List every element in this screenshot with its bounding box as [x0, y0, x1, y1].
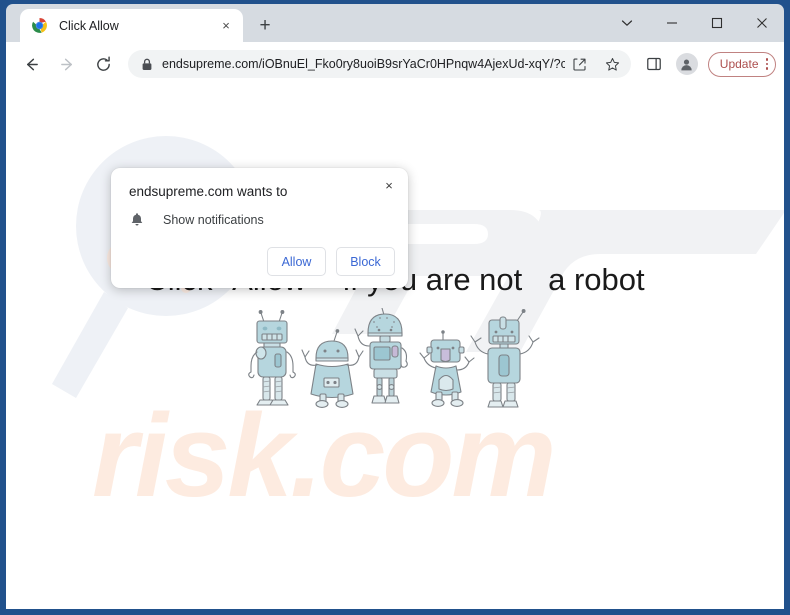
tab-strip: Click Allow × +: [6, 4, 784, 42]
update-button[interactable]: Update: [707, 51, 776, 77]
share-icon[interactable]: [565, 50, 595, 78]
three-dot-menu-icon[interactable]: [765, 58, 768, 70]
back-arrow-icon[interactable]: [16, 49, 46, 79]
block-button[interactable]: Block: [336, 247, 395, 276]
allow-button[interactable]: Allow: [267, 247, 326, 276]
close-icon[interactable]: [739, 4, 784, 42]
browser-tab[interactable]: Click Allow ×: [20, 9, 243, 42]
robots-illustration: [248, 308, 540, 408]
side-panel-icon[interactable]: [639, 49, 669, 79]
maximize-icon[interactable]: [694, 4, 739, 42]
robot-3: [354, 308, 408, 404]
profile-avatar-icon[interactable]: [672, 49, 702, 79]
star-icon[interactable]: [598, 50, 628, 78]
avatar: [675, 53, 698, 75]
reload-icon[interactable]: [88, 49, 118, 79]
address-bar[interactable]: endsupreme.com/iOBnuEl_Fko0ry8uoiB9srYaC…: [128, 50, 631, 78]
padlock-icon[interactable]: [141, 58, 153, 71]
dialog-actions: Allow Block: [267, 247, 395, 276]
robot-4: [419, 330, 475, 407]
permission-label: Show notifications: [163, 212, 264, 227]
robot-1: [248, 310, 296, 406]
url-text[interactable]: endsupreme.com/iOBnuEl_Fko0ry8uoiB9srYaC…: [162, 57, 565, 71]
dialog-title: endsupreme.com wants to: [129, 184, 288, 199]
bell-icon: [129, 212, 144, 227]
tab-title: Click Allow: [59, 18, 119, 33]
notification-permission-dialog: × endsupreme.com wants to Show notificat…: [111, 168, 408, 288]
new-tab-button[interactable]: +: [252, 12, 278, 38]
page-viewport: risk.com Click "Allow" if you are not a …: [6, 86, 784, 609]
tab-search-chevron-down-icon[interactable]: [604, 4, 649, 42]
robot-2: [301, 329, 364, 408]
permission-row: Show notifications: [129, 212, 264, 227]
tab-close-icon[interactable]: ×: [215, 15, 237, 37]
browser-toolbar: endsupreme.com/iOBnuEl_Fko0ry8uoiB9srYaC…: [6, 42, 784, 86]
minimize-icon[interactable]: [649, 4, 694, 42]
browser-window: Click Allow × + endsupreme.com/iOBnuEl_F…: [0, 0, 790, 615]
robot-5: [470, 309, 540, 408]
chrome-favicon-icon: [31, 17, 48, 34]
update-button-label: Update: [719, 57, 759, 71]
window-controls: [604, 4, 784, 42]
dialog-close-icon[interactable]: ×: [378, 174, 400, 196]
forward-arrow-icon: [52, 49, 82, 79]
